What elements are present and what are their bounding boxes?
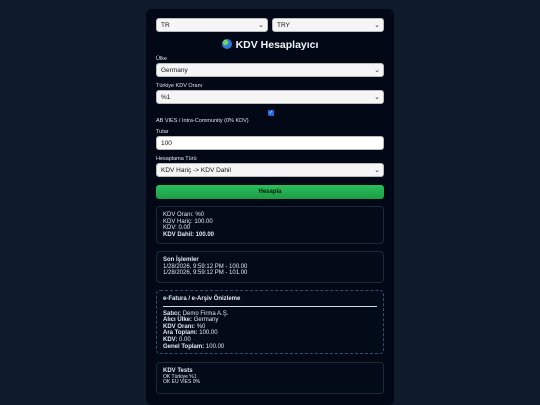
vies-label: AB VIES / Intra-Community (0% KDV): [156, 118, 249, 124]
rate-label: Türkiye KDV Oranı: [156, 83, 203, 89]
buyer-key: Alıcı Ülke:: [163, 317, 193, 324]
calculate-button[interactable]: Hesapla: [156, 185, 384, 199]
vat-value: 0.00: [179, 336, 191, 343]
currency-select[interactable]: TRY ⌄: [272, 18, 384, 32]
result-rate: KDV Oranı: %0: [163, 212, 205, 218]
seller-key: Satıcı:: [163, 310, 182, 317]
calc-type-value: KDV Hariç -> KDV Dahil: [161, 167, 231, 174]
calculator-card: TR ⌄ TRY ⌄ KDV Hesaplayıcı Ülke Germany …: [146, 9, 394, 405]
recent-panel: Son İşlemler 1/28/2026, 9:59:12 PM - 100…: [156, 251, 384, 283]
invoice-preview: e-Fatura / e-Arşiv Önizleme Satıcı: Demo…: [156, 290, 384, 354]
list-item: 1/28/2026, 9:59:12 PM - 100.00: [163, 263, 248, 270]
invoice-subtotal: Ara Toplam: 100.00: [163, 330, 377, 337]
country-select[interactable]: Germany ⌄: [156, 63, 384, 77]
total-value: 100.00: [205, 343, 225, 350]
recent-title: Son İşlemler: [163, 257, 199, 263]
invoice-vat: KDV: 0.00: [163, 337, 377, 344]
country-value: Germany: [161, 67, 188, 74]
rate-select[interactable]: %1 ⌄: [156, 90, 384, 104]
chevron-down-icon: ⌄: [374, 67, 380, 74]
result-panel: KDV Oranı: %0 KDV Hariç: 100.00 KDV: 0.0…: [156, 206, 384, 244]
page-title-text: KDV Hesaplayıcı: [235, 39, 319, 51]
result-excl: KDV Hariç: 100.00: [163, 218, 213, 225]
subtotal-value: 100.00: [199, 330, 218, 337]
country-code-value: TR: [161, 22, 170, 29]
seller-value: Demo Firma A.Ş.: [182, 310, 229, 317]
tests-panel: KDV Tests OK Türkiye %1 OK EU VIES 0%: [156, 362, 384, 394]
list-item: OK EU VIES 0%: [163, 379, 200, 386]
country-code-select[interactable]: TR ⌄: [156, 18, 268, 32]
rate-key: KDV Oranı:: [163, 323, 196, 330]
buyer-value: Germany: [193, 317, 219, 324]
country-label: Ülke: [156, 56, 168, 62]
total-key: Genel Toplam:: [163, 343, 205, 350]
result-incl: KDV Dahil: 100.00: [163, 231, 215, 238]
page-title: KDV Hesaplayıcı: [156, 39, 384, 51]
vat-key: KDV:: [163, 336, 178, 343]
calc-type-select[interactable]: KDV Hariç -> KDV Dahil ⌄: [156, 163, 384, 177]
chevron-down-icon: ⌄: [374, 94, 380, 101]
invoice-buyer: Alıcı Ülke: Germany: [163, 317, 377, 324]
divider: [163, 305, 377, 307]
globe-icon: [221, 39, 232, 49]
chevron-down-icon: ⌄: [374, 22, 380, 29]
vies-checkbox[interactable]: ✓: [268, 110, 274, 116]
chevron-down-icon: ⌄: [374, 167, 380, 174]
chevron-down-icon: ⌄: [258, 22, 264, 29]
calc-type-label: Hesaplama Türü: [156, 156, 197, 162]
amount-label: Tutar: [156, 129, 169, 135]
rate-value: %1: [161, 94, 171, 101]
result-vat: KDV: 0.00: [163, 225, 191, 232]
amount-value: 100: [161, 140, 172, 147]
invoice-rate: KDV Oranı: %0: [163, 324, 377, 331]
currency-value: TRY: [277, 22, 290, 29]
list-item: 1/28/2026, 9:59:12 PM - 101.00: [163, 270, 248, 277]
subtotal-key: Ara Toplam:: [163, 330, 198, 337]
amount-input[interactable]: 100: [156, 136, 384, 150]
invoice-title: e-Fatura / e-Arşiv Önizleme: [163, 296, 241, 302]
rate-value: %0: [196, 323, 206, 330]
invoice-total: Genel Toplam: 100.00: [163, 344, 377, 351]
